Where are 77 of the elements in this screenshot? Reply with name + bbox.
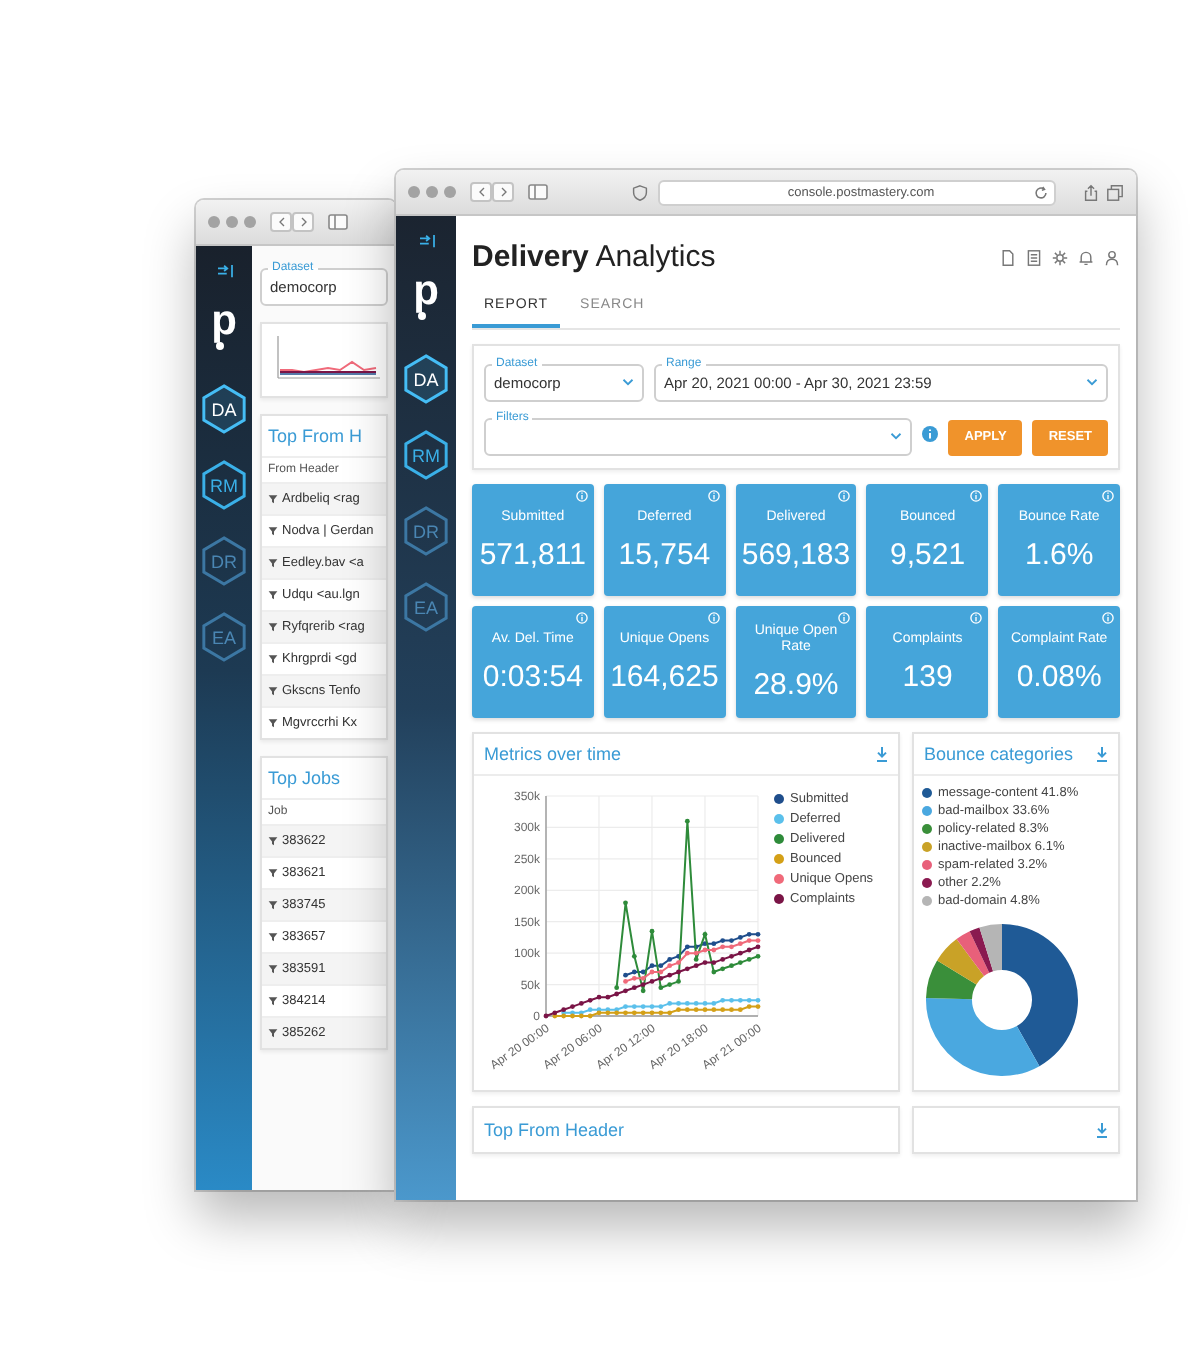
- chevron-right-icon: [299, 216, 307, 228]
- info-icon[interactable]: [970, 612, 983, 624]
- filter-icon[interactable]: [268, 1028, 278, 1038]
- download-icon[interactable]: [876, 746, 888, 762]
- download-icon[interactable]: [1096, 746, 1108, 762]
- filter-icon[interactable]: [268, 996, 278, 1006]
- filter-icon[interactable]: [268, 526, 278, 536]
- filter-icon[interactable]: [268, 868, 278, 878]
- metric-value: 1.6%: [1024, 540, 1094, 571]
- info-icon[interactable]: [838, 612, 851, 624]
- logo: p: [211, 304, 237, 350]
- traffic-light-icon[interactable]: [426, 186, 438, 198]
- metric-value: 164,625: [610, 662, 719, 693]
- filter-icon[interactable]: [268, 494, 278, 504]
- info-icon[interactable]: [575, 490, 588, 502]
- traffic-light-icon[interactable]: [444, 186, 456, 198]
- chevron-down-icon: [622, 378, 634, 386]
- traffic-light-icon[interactable]: [244, 216, 256, 228]
- info-icon[interactable]: [838, 490, 851, 502]
- filter-icon[interactable]: [268, 932, 278, 942]
- traffic-light-icon[interactable]: [226, 216, 238, 228]
- panel-title: Metrics over time: [484, 744, 622, 764]
- panel-title: Top From Header: [484, 1120, 625, 1140]
- filter-icon[interactable]: [268, 836, 278, 846]
- app-switch-button[interactable]: RM: [202, 460, 246, 510]
- metric-value: 0.08%: [1016, 662, 1102, 693]
- info-icon[interactable]: [970, 490, 983, 502]
- filter-icon[interactable]: [268, 622, 278, 632]
- metric-value: 139: [902, 662, 953, 693]
- share-icon[interactable]: [1082, 183, 1100, 201]
- metric-value: 569,183: [741, 540, 851, 571]
- panel-title: Bounce categories: [924, 744, 1074, 764]
- chevron-left-icon: [477, 186, 485, 198]
- metric-value: 571,811: [479, 540, 586, 571]
- collapse-menu-icon[interactable]: [215, 264, 233, 278]
- traffic-light-icon[interactable]: [408, 186, 420, 198]
- user-icon[interactable]: [1104, 249, 1120, 265]
- metric-value: 9,521: [890, 540, 966, 571]
- logo: p: [413, 274, 439, 320]
- reload-icon[interactable]: [1034, 185, 1048, 199]
- gear-icon[interactable]: [1052, 249, 1068, 265]
- chevron-right-icon: [499, 186, 507, 198]
- metric-value: 15,754: [618, 540, 711, 571]
- info-icon[interactable]: [1101, 490, 1114, 502]
- chevron-down-icon: [1086, 378, 1098, 386]
- tabs-icon[interactable]: [1106, 183, 1124, 201]
- filter-icon[interactable]: [268, 718, 278, 728]
- filter-icon[interactable]: [268, 558, 278, 568]
- collapse-menu-icon[interactable]: [417, 234, 435, 248]
- shield-icon[interactable]: [632, 183, 648, 201]
- info-icon[interactable]: [707, 612, 720, 624]
- filter-icon[interactable]: [268, 654, 278, 664]
- info-icon[interactable]: [707, 490, 720, 502]
- filter-icon[interactable]: [268, 686, 278, 696]
- filter-icon[interactable]: [268, 590, 278, 600]
- metric-value: 0:03:54: [482, 662, 583, 693]
- download-icon[interactable]: [1096, 1122, 1108, 1138]
- bell-icon[interactable]: [1078, 249, 1094, 265]
- sidebar-toggle-icon[interactable]: [328, 214, 348, 230]
- info-icon[interactable]: [575, 612, 588, 624]
- info-icon[interactable]: [922, 426, 939, 442]
- metric-value: 28.9%: [753, 670, 839, 701]
- sidebar-toggle-icon[interactable]: [528, 184, 548, 200]
- list-icon[interactable]: [1026, 249, 1042, 265]
- page-title: Delivery Analytics: [472, 240, 716, 274]
- chevron-down-icon: [890, 432, 903, 440]
- document-icon[interactable]: [1000, 249, 1016, 265]
- chevron-left-icon: [277, 216, 285, 228]
- panel-title: Top From H: [266, 424, 365, 450]
- panel-title: Top Jobs: [266, 766, 343, 792]
- filter-icon[interactable]: [268, 964, 278, 974]
- traffic-light-icon[interactable]: [208, 216, 220, 228]
- info-icon[interactable]: [1101, 612, 1114, 624]
- filter-icon[interactable]: [268, 900, 278, 910]
- app-switch-button[interactable]: DA: [202, 384, 246, 434]
- app-switch-button[interactable]: DA: [404, 354, 448, 404]
- app-switch-button[interactable]: RM: [404, 430, 448, 480]
